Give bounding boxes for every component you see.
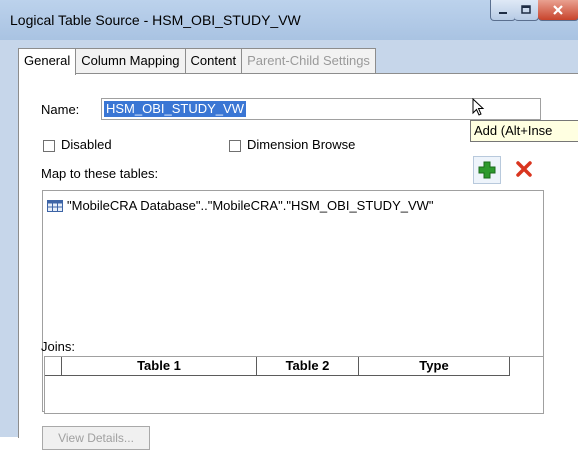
title-bar[interactable]: Logical Table Source - HSM_OBI_STUDY_VW <box>0 0 578 40</box>
dialog-window: Logical Table Source - HSM_OBI_STUDY_VW … <box>0 0 578 450</box>
joins-column-header[interactable]: Table 1 <box>62 357 257 376</box>
map-tables-label: Map to these tables: <box>41 166 159 181</box>
table-icon <box>47 199 63 212</box>
joins-column-header[interactable]: Type <box>359 357 510 376</box>
tab-general[interactable]: General <box>18 48 77 75</box>
window-title: Logical Table Source - HSM_OBI_STUDY_VW <box>10 12 301 28</box>
name-label: Name: <box>41 102 80 117</box>
delete-icon <box>516 161 532 177</box>
dimension-browse-label: Dimension Browse <box>247 137 356 152</box>
mouse-cursor-icon <box>472 98 485 116</box>
dimension-browse-checkbox[interactable] <box>229 140 241 152</box>
mapped-table-name: "MobileCRA Database".."MobileCRA"."HSM_O… <box>67 198 434 213</box>
name-value: HSM_OBI_STUDY_VW <box>104 101 246 117</box>
minimize-icon <box>499 12 507 14</box>
view-details-button: View Details... <box>42 426 150 450</box>
add-table-button[interactable] <box>473 156 501 184</box>
remove-table-button[interactable] <box>511 156 537 182</box>
joins-column-header[interactable]: Table 2 <box>257 357 359 376</box>
joins-grid[interactable]: Table 1 Table 2 Type <box>44 356 544 414</box>
tab-column-mapping[interactable]: Column Mapping <box>75 48 186 73</box>
disabled-checkbox[interactable] <box>43 140 55 152</box>
maximize-icon <box>521 5 531 14</box>
joins-row-header <box>45 357 62 376</box>
close-button[interactable] <box>538 0 578 21</box>
tab-strip: General Column Mapping Content Parent-Ch… <box>18 48 376 75</box>
close-icon <box>553 5 563 15</box>
add-tooltip: Add (Alt+Inse <box>470 120 578 142</box>
joins-label: Joins: <box>41 339 75 354</box>
minimize-button[interactable] <box>490 0 516 21</box>
tab-parent-child-settings: Parent-Child Settings <box>241 48 376 73</box>
plus-icon <box>478 161 496 179</box>
disabled-label: Disabled <box>61 137 112 152</box>
maximize-button[interactable] <box>514 0 539 21</box>
list-item[interactable]: "MobileCRA Database".."MobileCRA"."HSM_O… <box>47 198 434 213</box>
tab-content[interactable]: Content <box>184 48 243 73</box>
